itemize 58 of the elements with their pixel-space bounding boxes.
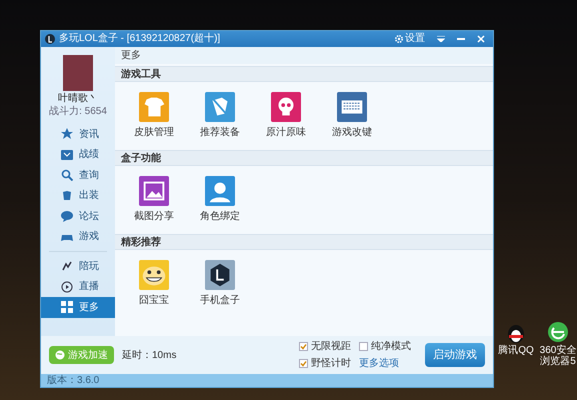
- desktop-shortcut[interactable]: 腾讯QQ: [497, 320, 535, 367]
- tool-button[interactable]: 截图分享: [121, 176, 187, 226]
- more-options-link[interactable]: 更多选项: [359, 356, 411, 371]
- user-name: 叶晴歌丶: [57, 93, 99, 106]
- skull-icon: [271, 92, 301, 122]
- checkbox-icon: [299, 359, 308, 368]
- avatar-photo-placeholder: [63, 55, 93, 91]
- window-title: 多玩LOL盒子 - [61392120827(超十)]: [59, 34, 222, 44]
- desktop-shortcut[interactable]: 360安全浏览器5: [539, 320, 577, 367]
- sword-shield-icon: [205, 92, 235, 122]
- tool-button[interactable]: 囧宝宝: [121, 260, 187, 310]
- option-checkbox[interactable]: 野怪计时: [299, 356, 351, 371]
- keyboard-icon: [337, 92, 367, 122]
- nav-item[interactable]: 资讯: [41, 124, 115, 144]
- star-icon: [61, 128, 73, 140]
- checkbox-icon: [299, 342, 308, 351]
- minimize-icon: [457, 38, 465, 40]
- person-icon: [205, 176, 235, 206]
- close-icon: [477, 35, 485, 43]
- nav-item[interactable]: 直播: [41, 276, 115, 297]
- hexagon-logo-icon: [205, 260, 235, 290]
- search-icon: [61, 169, 73, 182]
- speech-bubble-icon: [61, 210, 73, 222]
- option-checkbox[interactable]: 纯净模式: [359, 339, 411, 354]
- shirt-icon: [139, 92, 169, 122]
- section-header: 精彩推荐: [115, 234, 493, 250]
- breadcrumb: 更多: [115, 47, 493, 64]
- combat-power: 战斗力: 5654: [48, 106, 108, 118]
- option-checkbox[interactable]: 无限视距: [299, 339, 351, 354]
- grid-icon: [61, 301, 73, 314]
- tool-button[interactable]: 皮肤管理: [121, 92, 187, 142]
- menu-icon: [437, 36, 445, 42]
- tool-button[interactable]: 推荐装备: [187, 92, 253, 142]
- nav-item[interactable]: 出装: [41, 186, 115, 206]
- settings-button[interactable]: 设置: [391, 34, 429, 44]
- tool-button[interactable]: 角色绑定: [187, 176, 253, 226]
- chart-card-icon: [61, 148, 73, 161]
- checkbox-icon: [359, 342, 368, 351]
- gear-icon: [395, 35, 403, 43]
- version-status-bar: 版本：3.6.0: [41, 374, 493, 387]
- nav-item[interactable]: 更多: [41, 297, 115, 318]
- app-logo-icon: [45, 34, 55, 44]
- tool-button[interactable]: 手机盒子: [187, 260, 253, 310]
- play-circle-icon: [61, 280, 73, 293]
- grinning-face-icon: [139, 260, 169, 290]
- nav-item[interactable]: 战绩: [41, 144, 115, 165]
- nav-item[interactable]: 游戏: [41, 226, 115, 247]
- tool-button[interactable]: 游戏改键: [319, 92, 385, 142]
- globe-icon: [55, 350, 65, 360]
- nav-item[interactable]: 论坛: [41, 206, 115, 226]
- section-header: 游戏工具: [115, 66, 493, 82]
- nav-item[interactable]: 陪玩: [41, 256, 115, 276]
- tool-button[interactable]: 原汁原味: [253, 92, 319, 142]
- nav-item[interactable]: 查询: [41, 165, 115, 186]
- section-header: 盒子功能: [115, 150, 493, 166]
- browser-e-icon: [546, 320, 570, 344]
- latency-text: 延时：10ms: [122, 348, 176, 362]
- picture-icon: [139, 176, 169, 206]
